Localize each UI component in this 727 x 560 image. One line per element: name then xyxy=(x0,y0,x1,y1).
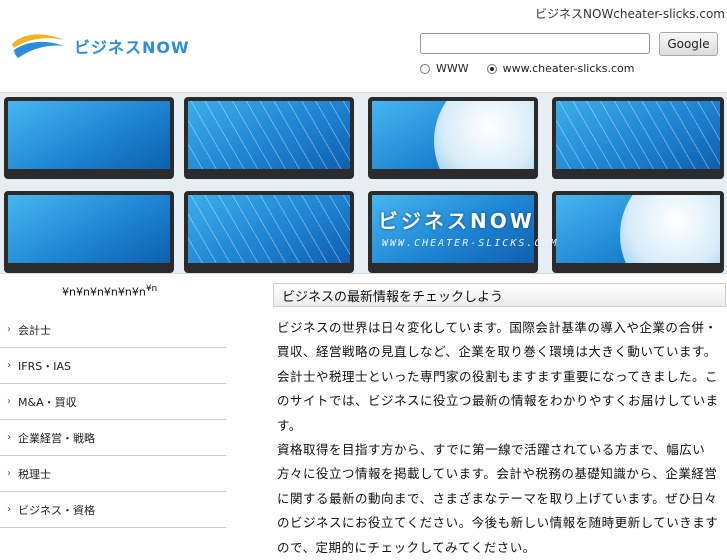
chevron-right-icon: › xyxy=(7,324,11,335)
sidebar-item-label: ビジネス・資格 xyxy=(18,503,95,517)
logo-text: ビジネスNOW xyxy=(74,38,190,57)
google-search-button[interactable]: Google xyxy=(659,32,718,56)
sidebar-item-label: 会計士 xyxy=(18,323,51,337)
sidebar-heading: ¥n¥n¥n¥n¥n¥n¥n xyxy=(62,284,158,299)
chevron-right-icon: › xyxy=(7,360,11,371)
banner-screen xyxy=(184,97,354,179)
banner-screen xyxy=(184,191,354,273)
article-heading: ビジネスの最新情報をチェックしよう xyxy=(273,283,726,307)
banner-title: ビジネスNOW xyxy=(378,209,535,233)
banner-screen xyxy=(552,97,724,179)
logo-wave-icon xyxy=(12,34,64,58)
hero-banner: ビジネスNOW WWW.CHEATER-SLICKS.COM xyxy=(0,92,727,274)
sidebar-menu: › 会計士 › IFRS・IAS › M&A・買収 › 企業経営・戦略 › 税理… xyxy=(0,312,226,528)
radio-site-label[interactable]: www.cheater-slicks.com xyxy=(503,62,635,75)
banner-screen xyxy=(4,191,174,273)
sidebar-item-label: M&A・買収 xyxy=(18,395,77,409)
banner-screen xyxy=(4,97,174,179)
sidebar-item-accountant[interactable]: › 会計士 xyxy=(0,312,226,348)
radio-www[interactable] xyxy=(420,63,430,74)
chevron-right-icon: › xyxy=(7,468,11,479)
chevron-right-icon: › xyxy=(7,432,11,443)
sidebar-item-ma[interactable]: › M&A・買収 xyxy=(0,384,226,420)
site-title-link[interactable]: ビジネスNOWcheater-slicks.com xyxy=(535,5,725,22)
banner-screen xyxy=(552,191,724,273)
chevron-right-icon: › xyxy=(7,504,11,515)
sidebar-item-label: 税理士 xyxy=(18,467,51,481)
radio-www-label[interactable]: WWW xyxy=(436,62,469,75)
banner-subtitle: WWW.CHEATER-SLICKS.COM xyxy=(382,238,559,249)
sidebar-item-label: IFRS・IAS xyxy=(18,359,71,373)
sidebar-item-label: 企業経営・戦略 xyxy=(18,431,95,445)
sidebar-item-management[interactable]: › 企業経営・戦略 xyxy=(0,420,226,456)
article-paragraph: ビジネスの世界は日々変化しています。国際会計基準の導入や企業の合併・買収、経営戦… xyxy=(277,320,719,433)
chevron-right-icon: › xyxy=(7,396,11,407)
radio-site[interactable] xyxy=(486,63,497,74)
site-logo[interactable]: ビジネスNOW xyxy=(10,30,190,62)
search-scope-radios: WWW www.cheater-slicks.com xyxy=(420,62,653,75)
article-paragraph: 資格取得を目指す方から、すでに第一線で活躍されている方まで、幅広い方々に役立つ情… xyxy=(277,442,719,555)
sidebar-item-tax[interactable]: › 税理士 xyxy=(0,456,226,492)
sidebar-item-business[interactable]: › ビジネス・資格 xyxy=(0,492,226,528)
search-input[interactable] xyxy=(420,33,650,54)
banner-screen xyxy=(368,97,538,179)
sidebar-item-ifrs[interactable]: › IFRS・IAS xyxy=(0,348,226,384)
article-body: ビジネスの世界は日々変化しています。国際会計基準の導入や企業の合併・買収、経営戦… xyxy=(277,316,725,560)
